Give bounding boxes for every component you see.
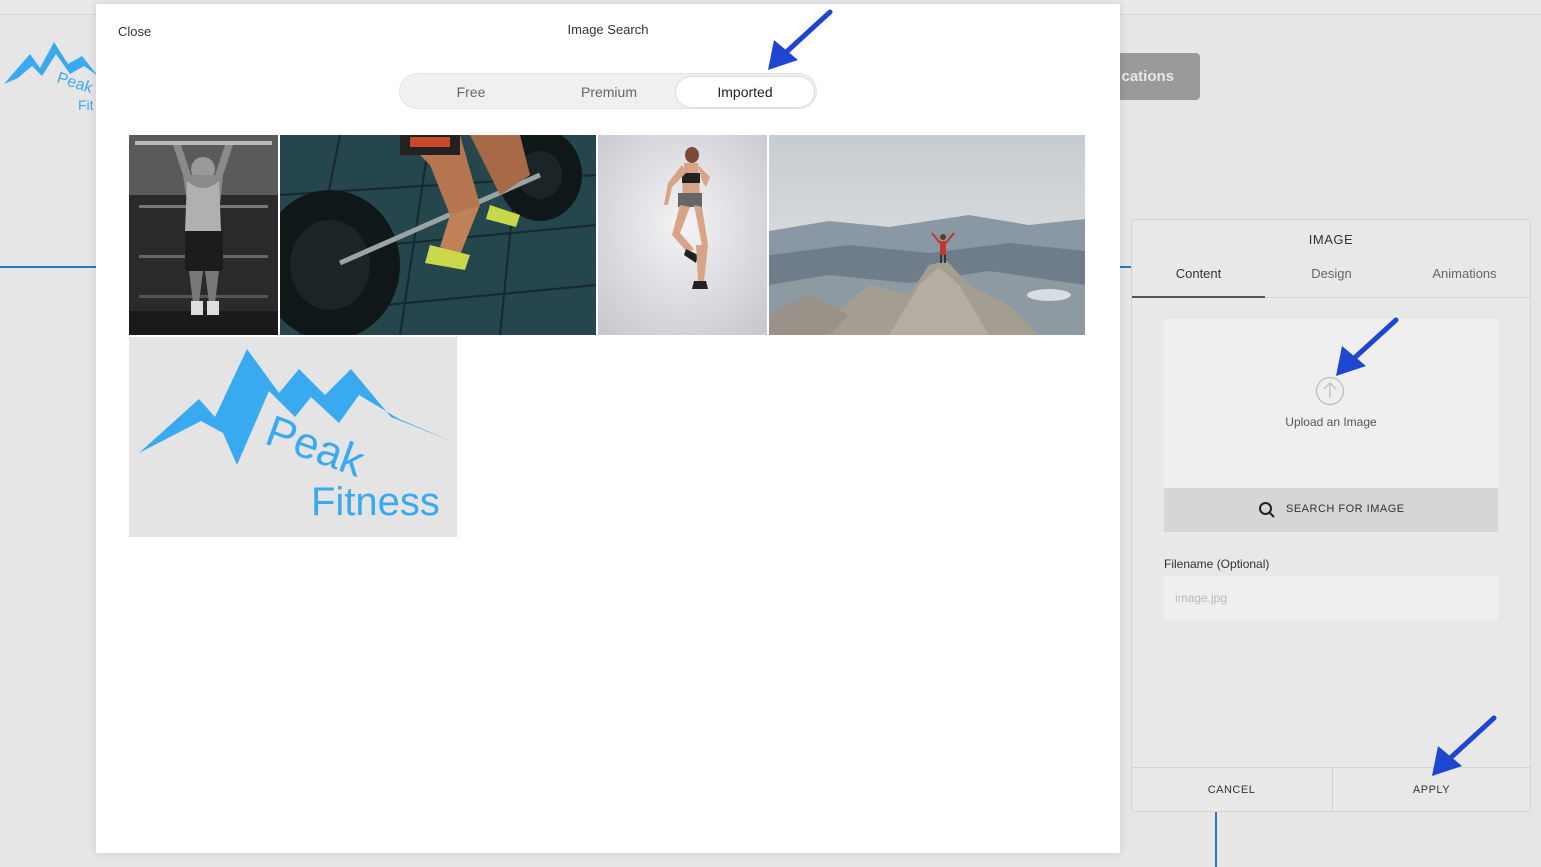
- tab-premium[interactable]: Premium: [540, 77, 678, 107]
- image-search-modal: Close Image Search Free Premium Imported: [96, 4, 1120, 853]
- image-thumbnail[interactable]: [280, 135, 596, 335]
- panel-title: IMAGE: [1308, 232, 1354, 247]
- logo-word-fitness: Fitness: [311, 480, 440, 524]
- background-logo-word-1: Peak: [55, 70, 96, 98]
- image-thumbnail-logo[interactable]: Peak Fitness: [129, 337, 457, 537]
- logo-word-peak: Peak: [260, 406, 372, 487]
- source-tabs: Free Premium Imported: [399, 73, 817, 109]
- active-tab-indicator: [1132, 296, 1265, 298]
- filename-field[interactable]: [1164, 576, 1498, 620]
- background-guide-line: [0, 266, 96, 268]
- tab-free[interactable]: Free: [402, 77, 540, 107]
- tab-imported[interactable]: Imported: [676, 77, 814, 107]
- image-settings-panel: IMAGE Content Design Animations Upload a…: [1131, 219, 1531, 813]
- upload-arrow-icon: [1315, 376, 1345, 406]
- background-logo-word-2: Fit: [78, 97, 94, 113]
- modal-title: Image Search: [567, 22, 649, 37]
- upload-dropzone[interactable]: Upload an Image: [1164, 319, 1498, 488]
- search-for-image-button[interactable]: SEARCH FOR IMAGE: [1164, 488, 1498, 532]
- filename-label: Filename (Optional): [1164, 557, 1270, 571]
- tab-design[interactable]: Design: [1265, 266, 1398, 281]
- image-thumbnail[interactable]: [129, 135, 278, 335]
- tab-animations[interactable]: Animations: [1398, 266, 1531, 281]
- upload-label: Upload an Image: [1285, 415, 1377, 429]
- cancel-button[interactable]: CANCEL: [1132, 768, 1331, 812]
- image-thumbnail[interactable]: [598, 135, 767, 335]
- background-guide-line: [1215, 812, 1217, 867]
- image-thumbnail[interactable]: [769, 135, 1085, 335]
- search-for-image-label: SEARCH FOR IMAGE: [1286, 503, 1405, 515]
- tab-content[interactable]: Content: [1132, 266, 1265, 281]
- search-icon: [1259, 502, 1275, 518]
- apply-button[interactable]: APPLY: [1332, 768, 1531, 812]
